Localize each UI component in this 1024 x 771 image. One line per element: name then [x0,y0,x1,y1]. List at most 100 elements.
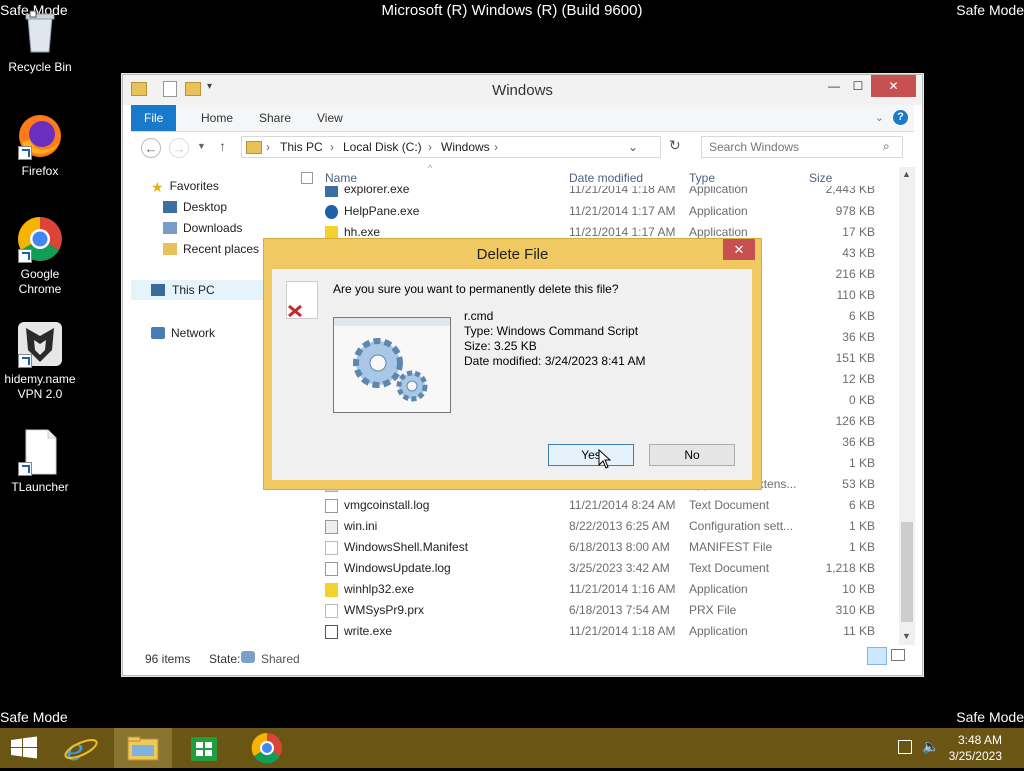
scroll-down-icon[interactable]: ▼ [902,631,911,641]
table-row[interactable]: WindowsUpdate.log 3/25/2023 3:42 AM Text D… [323,558,893,579]
desktop-icon-chrome[interactable]: Google Chrome [0,215,80,297]
volume-muted-icon[interactable]: 🔈 [922,738,939,755]
table-row[interactable]: WindowsShell.Manifest 6/18/2013 8:00 AM MA… [323,537,893,558]
file-type: Text Document [689,561,770,575]
delete-file-dialog: Delete File ✕ Are you sure you want to p… [263,238,762,490]
tab-share[interactable]: Share [246,105,304,131]
search-input[interactable]: Search Windows [701,136,903,158]
close-button[interactable]: ✕ [871,75,916,97]
maximize-button[interactable]: ☐ [845,75,871,97]
scroll-up-icon[interactable]: ▲ [902,169,911,179]
file-size: 53 KB [842,477,875,491]
file-date: 11/21/2014 8:24 AM [569,498,676,512]
details-view-icon[interactable] [867,647,887,665]
file-date: 11/21/2014 1:18 AM [569,624,676,638]
ribbon-tabs: File Home Share View ⌄ ? [131,105,914,132]
up-button[interactable]: ↑ [219,138,226,154]
title-bar[interactable]: ▾ Windows — ☐ ✕ [123,75,922,105]
column-header-name[interactable]: Name [325,171,357,185]
text-file-icon [325,562,338,576]
desktop-icon-firefox[interactable]: Firefox [0,112,80,179]
gear-icon [334,318,450,412]
tab-view[interactable]: View [304,105,356,131]
address-box[interactable]: › This PC › Local Disk (C:) › Windows › … [241,136,661,158]
write-app-icon [325,625,338,639]
table-row[interactable]: write.exe 11/21/2014 1:18 AM Application 11… [323,621,893,642]
table-row[interactable]: winhlp32.exe 11/21/2014 1:16 AM Applicatio… [323,579,893,600]
recent-locations-dropdown-icon[interactable]: ▼ [197,141,206,151]
back-button[interactable]: ← [141,138,161,158]
internet-explorer-icon: e [64,733,98,768]
vertical-scrollbar[interactable]: ▲ ▼ [899,167,915,645]
taskbar-internet-explorer[interactable]: e [53,728,109,768]
file-date: 8/22/2013 6:25 AM [569,519,670,533]
build-watermark: Microsoft (R) Windows (R) (Build 9600) [381,2,643,19]
column-header-type[interactable]: Type [689,171,715,185]
settings-file-icon [325,520,338,534]
no-button[interactable]: No [649,444,735,466]
file-size: 10 KB [842,582,875,596]
dialog-close-button[interactable]: ✕ [723,239,755,260]
column-header-date[interactable]: Date modified [569,171,643,185]
table-row[interactable]: explorer.exe 11/21/2014 1:18 AM Applicatio… [323,186,893,200]
expand-ribbon-icon[interactable]: ⌄ [875,111,884,124]
file-size: 11 KB [843,624,875,638]
table-row[interactable]: win.ini 8/22/2013 6:25 AM Configuration se… [323,516,893,537]
file-name: hh.exe [344,225,381,239]
text-file-icon [325,499,338,513]
desktop-icon-label: Recycle Bin [8,60,72,74]
file-details: r.cmd Type: Windows Command Script Size:… [464,309,645,369]
forward-button[interactable]: → [169,138,189,158]
breadcrumb-windows[interactable]: Windows [441,140,490,154]
tab-home[interactable]: Home [188,105,246,131]
table-row[interactable]: HelpPane.exe 11/21/2014 1:17 AM Applicatio… [323,201,893,222]
scrollbar-thumb[interactable] [901,522,913,622]
table-row[interactable]: vmgcoinstall.log 11/21/2014 8:24 AM Text D… [323,495,893,516]
file-size: 216 KB [835,267,875,281]
minimize-button[interactable]: — [821,75,847,97]
file-type: Application [689,624,748,638]
help-file-icon [325,205,338,219]
file-explorer-icon [127,736,159,761]
file-name: r.cmd [464,309,494,323]
shortcut-arrow-icon [18,354,32,368]
help-icon[interactable]: ? [893,110,908,125]
select-all-checkbox[interactable] [301,172,313,184]
taskbar-file-explorer[interactable] [114,728,172,768]
yes-button[interactable]: Yes [548,444,634,466]
address-dropdown-icon[interactable]: ⌄ [628,140,638,154]
desktop-icon-tlauncher[interactable]: TLauncher [0,428,80,495]
breadcrumb-local-disk[interactable]: Local Disk (C:) [343,140,422,154]
address-bar-row: ← → ▼ ↑ › This PC › Local Disk (C:) › Wi… [131,133,914,163]
desktop-icon-recycle-bin[interactable]: Recycle Bin [0,8,80,75]
clock-time: 3:48 AM [957,733,1002,747]
application-icon [325,186,338,197]
delete-file-icon [286,281,318,319]
desktop-icon-vpn[interactable]: hidemy.name VPN 2.0 [0,320,80,402]
large-icons-view-icon[interactable] [891,649,905,661]
refresh-icon[interactable]: ↻ [669,137,681,154]
breadcrumb-separator-icon: › [330,140,334,154]
network-status-icon[interactable] [898,740,912,754]
column-header-size[interactable]: Size [809,171,832,185]
folder-icon [246,141,262,154]
tab-file[interactable]: File [131,105,177,131]
file-size: 36 KB [842,330,875,344]
file-size: Size: 3.25 KB [464,339,537,353]
search-icon[interactable]: ⌕ [883,139,890,154]
taskbar-store[interactable] [177,728,233,768]
table-row[interactable]: WMSysPr9.prx 6/18/2013 7:54 AM PRX File 310… [323,600,893,621]
file-type: Application [689,225,748,239]
chrome-icon [251,732,282,764]
file-size: 0 KB [848,393,875,407]
chrome-icon [16,215,64,263]
desktop-icon-label-line2: Chrome [18,282,62,296]
file-type: Text Document [689,498,770,512]
start-button[interactable] [0,728,56,768]
file-size: 1 KB [848,456,875,470]
file-size: 12 KB [842,372,875,386]
file-date: 3/25/2023 3:42 AM [569,561,670,575]
clock[interactable]: 3:48 AM 3/25/2023 [949,732,1002,764]
breadcrumb-this-pc[interactable]: This PC [280,140,323,154]
taskbar-chrome[interactable] [239,728,295,768]
